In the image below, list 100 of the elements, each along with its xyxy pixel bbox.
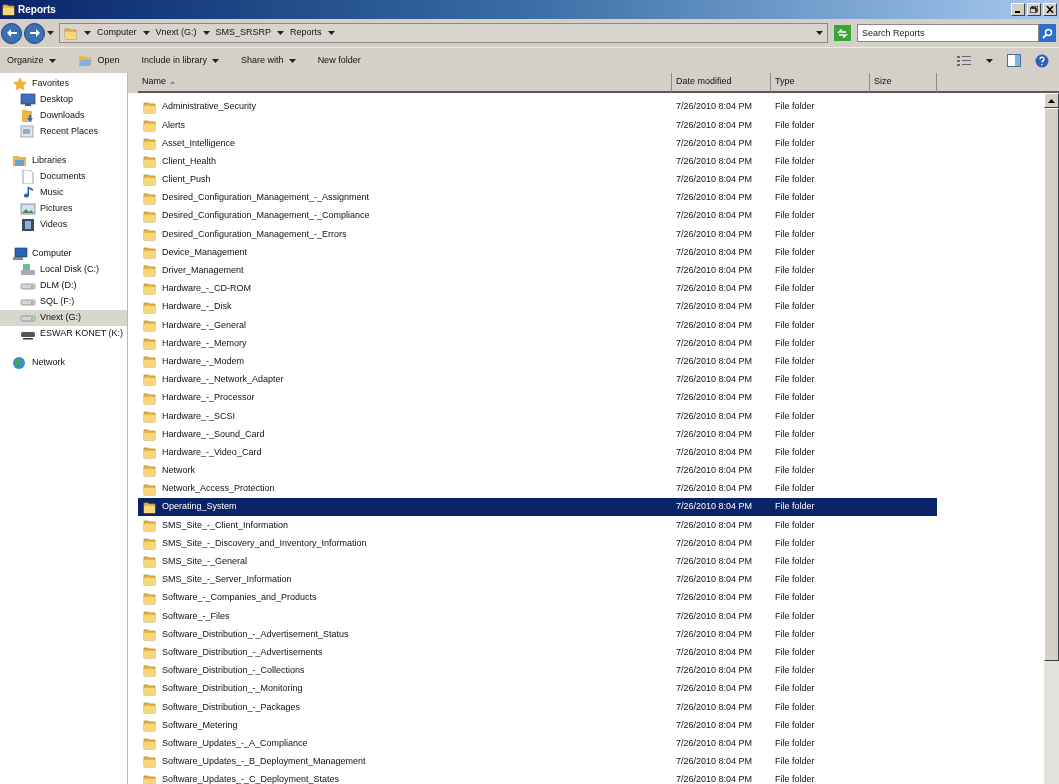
nav-item[interactable]: Downloads bbox=[0, 108, 127, 124]
folder-icon bbox=[143, 209, 157, 223]
file-row[interactable]: Hardware_-_Modem 7/26/2010 8:04 PM File folder bbox=[138, 352, 937, 371]
folder-icon bbox=[143, 591, 157, 605]
nav-item[interactable]: Desktop bbox=[0, 92, 127, 108]
file-row[interactable]: Software_Distribution_-_Packages 7/26/2010 8:04 PM File folder bbox=[138, 698, 937, 717]
nav-item[interactable]: DLM (D:) bbox=[0, 278, 127, 294]
nav-item[interactable]: Computer bbox=[0, 246, 127, 262]
date-modified: 7/26/2010 8:04 PM bbox=[675, 627, 754, 641]
nav-item[interactable]: Pictures bbox=[0, 201, 127, 217]
file-row[interactable]: SMS_Site_-_Server_Information 7/26/2010 8:04 PM File folder bbox=[138, 570, 937, 590]
breadcrumb[interactable]: Computer bbox=[97, 26, 137, 40]
search-button[interactable] bbox=[1039, 24, 1056, 42]
toolbar-button[interactable]: Open bbox=[77, 53, 120, 68]
toolbar-button[interactable]: New folder bbox=[317, 53, 361, 68]
nav-item[interactable]: Local Disk (C:) bbox=[0, 262, 127, 278]
file-row[interactable]: Driver_Management 7/26/2010 8:04 PM File folder bbox=[138, 261, 937, 280]
left-arrow-icon bbox=[5, 28, 18, 38]
restore-button[interactable] bbox=[1027, 3, 1041, 16]
file-row[interactable]: Desired_Configuration_Management_-_Compliance 7/26/2010 8:04 PM File folder bbox=[138, 207, 937, 226]
nav-item[interactable]: Recent Places bbox=[0, 124, 127, 140]
file-row[interactable]: Hardware_-_General 7/26/2010 8:04 PM File folder bbox=[138, 316, 937, 335]
file-name: SMS_Site_-_Server_Information bbox=[162, 573, 292, 587]
file-row[interactable]: Software_Distribution_-_Collections 7/26/2010 8:04 PM File folder bbox=[138, 661, 937, 680]
file-row[interactable]: SMS_Site_-_Discovery_and_Inventory_Information 7/26/2010 8:04 PM File folder bbox=[138, 534, 937, 553]
breadcrumb[interactable]: SMS_SRSRP bbox=[215, 26, 272, 40]
column-header[interactable]: Name bbox=[138, 73, 672, 93]
file-row[interactable]: Software_-_Files 7/26/2010 8:04 PM File folder bbox=[138, 607, 937, 626]
file-row[interactable]: Hardware_-_SCSI 7/26/2010 8:04 PM File folder bbox=[138, 407, 937, 426]
file-name: Software_Distribution_-_Advertisement_Status bbox=[162, 627, 349, 641]
file-row[interactable]: Software_Metering 7/26/2010 8:04 PM File folder bbox=[138, 716, 937, 735]
file-row[interactable]: Software_Distribution_-_Advertisement_Status 7/26/2010 8:04 PM File folder bbox=[138, 625, 937, 644]
file-row[interactable]: Hardware_-_Video_Card 7/26/2010 8:04 PM File folder bbox=[138, 443, 937, 462]
file-row[interactable]: Desired_Configuration_Management_-_Assignment 7/26/2010 8:04 PM File folder bbox=[138, 188, 937, 208]
breadcrumb[interactable]: Reports bbox=[290, 26, 322, 40]
address-bar[interactable]: Computer Vnext (G:) SMS_SRSRP Reports bbox=[59, 23, 828, 43]
back-button[interactable] bbox=[1, 22, 22, 44]
file-type: File folder bbox=[774, 627, 816, 641]
file-row[interactable]: Hardware_-_Network_Adapter 7/26/2010 8:04 PM File folder bbox=[138, 370, 937, 389]
file-row[interactable]: Asset_Intelligence 7/26/2010 8:04 PM File folder bbox=[138, 134, 937, 153]
file-row[interactable]: Alerts 7/26/2010 8:04 PM File folder bbox=[138, 116, 937, 135]
file-row[interactable]: Network 7/26/2010 8:04 PM File folder bbox=[138, 461, 937, 480]
nav-item[interactable]: SQL (F:) bbox=[0, 294, 127, 310]
nav-item[interactable]: Vnext (G:) bbox=[0, 310, 127, 326]
file-type: File folder bbox=[774, 755, 816, 769]
date-modified: 7/26/2010 8:04 PM bbox=[675, 154, 754, 168]
file-row[interactable]: Software_-_Companies_and_Products 7/26/2010 8:04 PM File folder bbox=[138, 589, 937, 608]
file-type: File folder bbox=[774, 700, 816, 714]
file-row[interactable]: Hardware_-_Sound_Card 7/26/2010 8:04 PM File folder bbox=[138, 425, 937, 444]
file-row[interactable]: Software_Distribution_-_Monitoring 7/26/2010 8:04 PM File folder bbox=[138, 680, 937, 699]
search-field[interactable]: Search Reports bbox=[857, 24, 1039, 42]
toolbar-button[interactable]: Organize bbox=[7, 53, 56, 68]
scrollbar[interactable] bbox=[1044, 93, 1059, 784]
column-header[interactable]: Date modified bbox=[672, 73, 771, 93]
file-row[interactable]: Network_Access_Protection 7/26/2010 8:04 PM File folder bbox=[138, 479, 937, 499]
close-icon bbox=[1046, 6, 1054, 13]
file-row[interactable]: Software_Updates_-_B_Deployment_Management 7/26/2010 8:04 PM File folder bbox=[138, 752, 937, 771]
toolbar-button[interactable]: Include in library bbox=[141, 53, 220, 68]
file-row[interactable]: SMS_Site_-_General 7/26/2010 8:04 PM File folder bbox=[138, 552, 937, 571]
column-header[interactable]: Type bbox=[771, 73, 870, 93]
file-row[interactable]: Software_Updates_-_A_Compliance 7/26/2010 8:04 PM File folder bbox=[138, 734, 937, 753]
file-row[interactable]: Device_Management 7/26/2010 8:04 PM File folder bbox=[138, 243, 937, 262]
nav-item[interactable]: Videos bbox=[0, 217, 127, 233]
folder-icon bbox=[143, 300, 157, 314]
file-row[interactable]: Client_Health 7/26/2010 8:04 PM File folder bbox=[138, 152, 937, 171]
file-name: Hardware_-_Sound_Card bbox=[162, 427, 265, 441]
nav-item[interactable]: Favorites bbox=[0, 76, 127, 92]
date-modified: 7/26/2010 8:04 PM bbox=[675, 173, 754, 187]
help-icon[interactable] bbox=[1035, 53, 1049, 68]
column-header[interactable]: Size bbox=[870, 73, 937, 93]
search-icon bbox=[1042, 27, 1053, 39]
restore-icon bbox=[1030, 6, 1038, 13]
file-row[interactable]: Hardware_-_CD-ROM 7/26/2010 8:04 PM File folder bbox=[138, 279, 937, 299]
forward-button[interactable] bbox=[24, 22, 45, 44]
file-row[interactable]: Hardware_-_Disk 7/26/2010 8:04 PM File folder bbox=[138, 298, 937, 317]
view-list-icon[interactable] bbox=[956, 54, 972, 67]
toolbar-button[interactable]: Share with bbox=[241, 53, 296, 68]
file-row[interactable]: Hardware_-_Processor 7/26/2010 8:04 PM File folder bbox=[138, 389, 937, 408]
file-row[interactable]: Desired_Configuration_Management_-_Errors 7/26/2010 8:04 PM File folder bbox=[138, 225, 937, 244]
download-folder-icon bbox=[20, 109, 36, 123]
breadcrumb[interactable]: Vnext (G:) bbox=[155, 26, 197, 40]
nav-item[interactable]: Network bbox=[0, 355, 127, 371]
file-row[interactable]: Client_Push 7/26/2010 8:04 PM File folder bbox=[138, 170, 937, 189]
refresh-icon bbox=[837, 28, 848, 38]
nav-item[interactable]: Libraries bbox=[0, 153, 127, 169]
close-button[interactable] bbox=[1043, 3, 1057, 16]
sort-up-icon bbox=[170, 80, 175, 84]
minimize-button[interactable] bbox=[1011, 3, 1025, 16]
file-row[interactable]: SMS_Site_-_Client_Information 7/26/2010 8:04 PM File folder bbox=[138, 516, 937, 535]
preview-pane-icon[interactable] bbox=[1007, 54, 1021, 67]
file-row[interactable]: Operating_System 7/26/2010 8:04 PM File folder bbox=[138, 498, 937, 517]
refresh-button[interactable] bbox=[834, 25, 851, 41]
nav-item[interactable]: Music bbox=[0, 185, 127, 201]
file-type: File folder bbox=[774, 245, 816, 259]
file-row[interactable]: Software_Updates_-_C_Deployment_States 7/26/2010 8:04 PM File folder bbox=[138, 770, 937, 784]
file-row[interactable]: Administrative_Security 7/26/2010 8:04 PM File folder bbox=[138, 98, 937, 117]
nav-item[interactable]: Documents bbox=[0, 169, 127, 185]
file-row[interactable]: Hardware_-_Memory 7/26/2010 8:04 PM File folder bbox=[138, 334, 937, 353]
file-row[interactable]: Software_Distribution_-_Advertisements 7/26/2010 8:04 PM File folder bbox=[138, 643, 937, 662]
nav-item[interactable]: ESWAR KONET (K:) bbox=[0, 326, 127, 342]
